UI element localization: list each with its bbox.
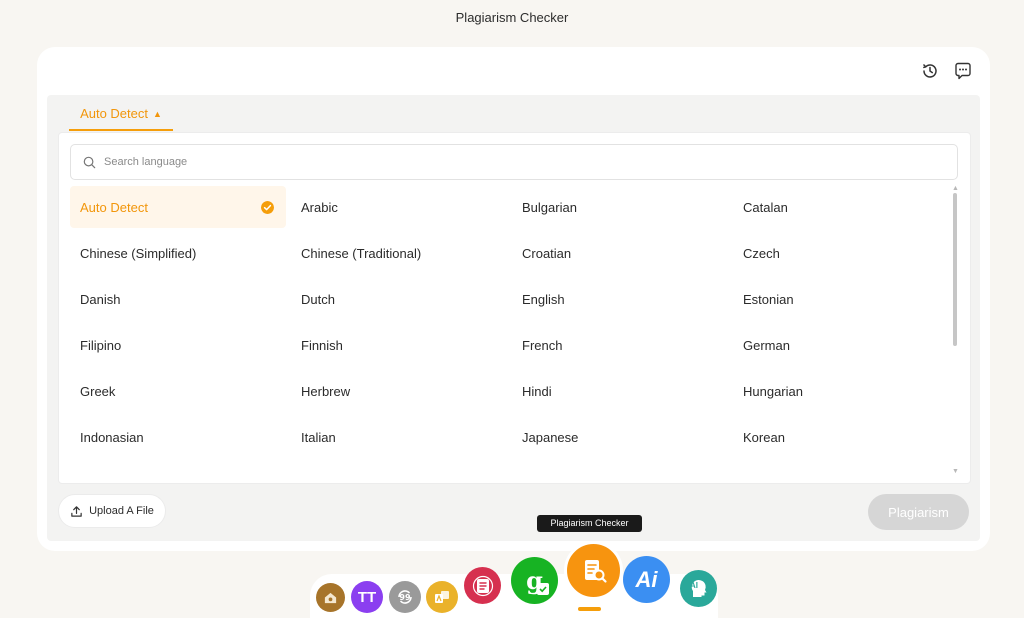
language-option[interactable]: Hindi: [512, 370, 728, 412]
language-option[interactable]: Italian: [291, 416, 507, 458]
language-option-label: English: [522, 291, 565, 307]
language-option[interactable]: Estonian: [733, 278, 949, 320]
language-option[interactable]: Chinese (Simplified): [70, 232, 286, 274]
feedback-icon[interactable]: [953, 61, 973, 81]
plagiarism-check-button[interactable]: Plagiarism: [868, 494, 969, 530]
language-option-label: Dutch: [301, 291, 335, 307]
language-option[interactable]: Croatian: [512, 232, 728, 274]
scroll-down-arrow-icon[interactable]: ▼: [952, 468, 959, 475]
language-option-label: Japanese: [522, 429, 579, 445]
language-option[interactable]: Chinese (Traditional): [291, 232, 507, 274]
language-option-label: Hungarian: [743, 383, 803, 399]
language-option[interactable]: Danish: [70, 278, 286, 320]
language-option[interactable]: Auto Detect: [70, 186, 286, 228]
checkmark-icon: [261, 201, 274, 214]
language-search: [70, 144, 958, 180]
language-selector-label: Auto Detect: [80, 106, 148, 121]
text-size-app-icon[interactable]: TT: [351, 581, 383, 613]
language-option-label: Chinese (Simplified): [80, 245, 197, 261]
check-badge-icon: [537, 583, 549, 595]
language-option-label: German: [743, 337, 790, 353]
summarizer-app-icon[interactable]: [464, 567, 501, 604]
language-option[interactable]: Greek: [70, 370, 286, 412]
translate-icon: [435, 591, 449, 603]
language-option-label: Korean: [743, 429, 785, 445]
language-option-label: Catalan: [743, 199, 788, 215]
language-option[interactable]: English: [512, 278, 728, 320]
plagiarism-checker-app-icon[interactable]: [564, 541, 623, 600]
checker-panel: Auto Detect ▲ Auto Detect Arabic Bulgarian C…: [47, 95, 980, 541]
language-selector-tab[interactable]: Auto Detect ▲: [69, 95, 173, 131]
summarizer-icon: [472, 575, 493, 596]
home-app-icon[interactable]: [316, 583, 345, 612]
language-option-label: Finnish: [301, 337, 343, 353]
language-option[interactable]: Czech: [733, 232, 949, 274]
main-card: Auto Detect ▲ Auto Detect Arabic Bulgarian C…: [37, 47, 990, 551]
language-option[interactable]: Hungarian: [733, 370, 949, 412]
language-option-label: French: [522, 337, 563, 353]
history-icon[interactable]: [920, 61, 940, 81]
language-option-label: Bulgarian: [522, 199, 577, 215]
scrollbar[interactable]: ▲ ▼: [951, 185, 959, 475]
language-option-label: Danish: [80, 291, 121, 307]
chevron-up-icon: ▲: [153, 109, 162, 119]
language-option-label: Czech: [743, 245, 780, 261]
upload-icon: [71, 505, 82, 517]
language-option[interactable]: Korean: [733, 416, 949, 458]
language-option[interactable]: Filipino: [70, 324, 286, 366]
language-option[interactable]: Herbrew: [291, 370, 507, 412]
language-option[interactable]: French: [512, 324, 728, 366]
translate-app-icon[interactable]: [426, 581, 458, 613]
home-icon: [324, 592, 337, 604]
language-dropdown: Auto Detect Arabic Bulgarian Catalan Chinese…: [58, 132, 971, 484]
language-option[interactable]: Indonasian: [70, 416, 286, 458]
text-size-app-label: TT: [357, 588, 377, 606]
quote-refresh-app-icon[interactable]: 99: [389, 581, 421, 613]
ai-writer-app-label: Ai: [635, 566, 658, 592]
language-option-label: Herbrew: [301, 383, 351, 399]
language-option[interactable]: Catalan: [733, 186, 949, 228]
document-search-icon: [584, 559, 607, 583]
language-option[interactable]: German: [733, 324, 949, 366]
language-search-input[interactable]: [102, 155, 906, 169]
language-list: Auto Detect Arabic Bulgarian Catalan Chinese…: [70, 186, 955, 458]
language-option-label: Croatian: [522, 245, 572, 261]
language-option-label: Filipino: [80, 337, 122, 353]
scroll-thumb[interactable]: [953, 193, 957, 346]
language-option-label: Indonasian: [80, 429, 144, 445]
page-title: Plagiarism Checker: [455, 10, 569, 25]
ai-writer-app-icon[interactable]: Ai: [623, 556, 670, 603]
language-option[interactable]: Japanese: [512, 416, 728, 458]
language-option-label: Estonian: [743, 291, 794, 307]
language-option-label: Arabic: [301, 199, 338, 215]
language-option-label: Greek: [80, 383, 116, 399]
language-option[interactable]: Dutch: [291, 278, 507, 320]
language-option-label: Auto Detect: [80, 199, 148, 215]
refresh-icon: 99: [398, 590, 412, 604]
ai-humanizer-app-icon[interactable]: AI: [680, 570, 717, 607]
upload-file-button[interactable]: Upload A File: [58, 494, 166, 528]
scroll-up-arrow-icon[interactable]: ▲: [952, 185, 959, 192]
language-option[interactable]: Arabic: [291, 186, 507, 228]
search-icon: [83, 156, 96, 168]
language-option-label: Hindi: [522, 383, 552, 399]
language-option[interactable]: Bulgarian: [512, 186, 728, 228]
ai-humanizer-app-label: AI: [690, 581, 698, 590]
upload-file-label: Upload A File: [89, 505, 154, 517]
active-app-indicator: [578, 607, 601, 611]
svg-text:99: 99: [399, 593, 411, 602]
language-option[interactable]: Finnish: [291, 324, 507, 366]
grammar-checker-app-icon[interactable]: g: [511, 557, 558, 604]
language-option-label: Italian: [301, 429, 336, 445]
language-option-label: Chinese (Traditional): [301, 245, 422, 261]
tooltip: Plagiarism Checker: [537, 515, 642, 532]
